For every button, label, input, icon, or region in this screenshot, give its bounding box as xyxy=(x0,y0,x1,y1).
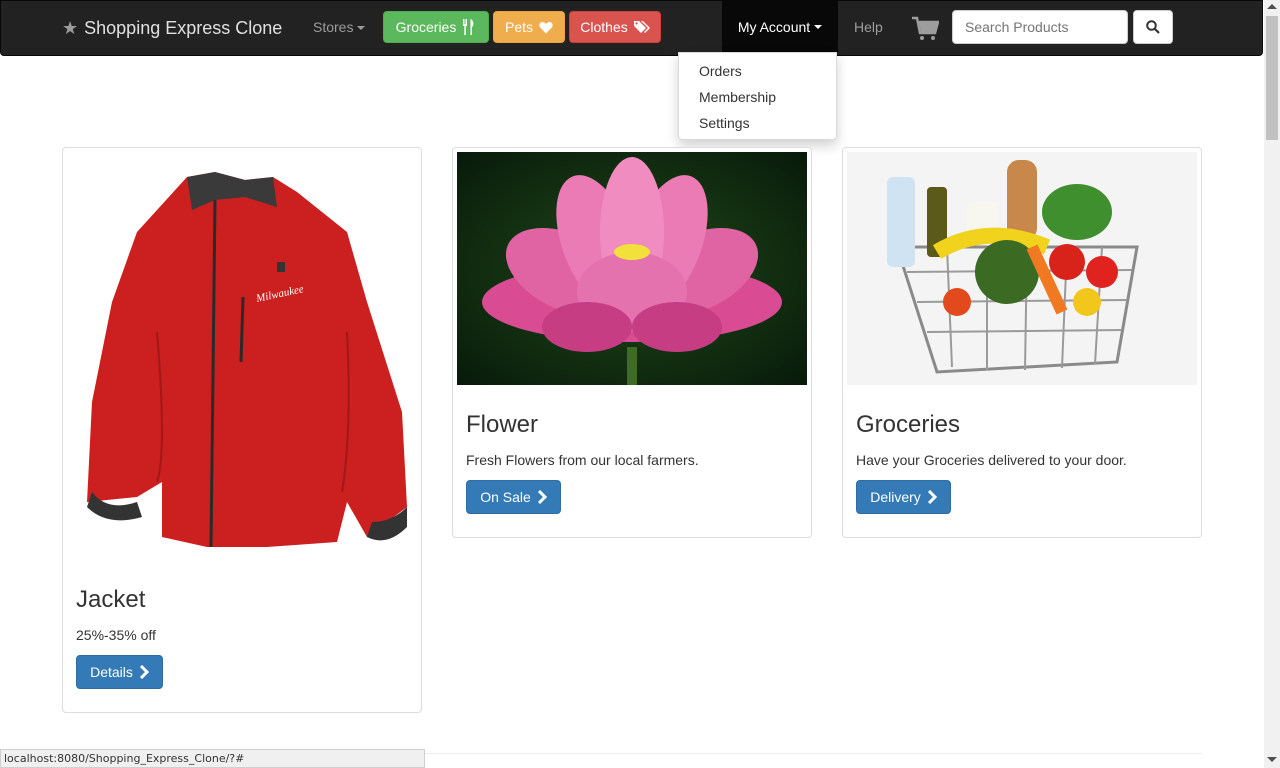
cutlery-icon xyxy=(463,19,474,35)
jacket-image: Milwaukee xyxy=(67,152,417,562)
scrollbar-thumb[interactable] xyxy=(1266,16,1278,140)
search-button[interactable] xyxy=(1133,10,1173,44)
pets-button[interactable]: Pets xyxy=(493,11,565,43)
flower-image xyxy=(457,152,807,385)
stores-label: Stores xyxy=(313,19,354,35)
account-dropdown-menu: Orders Membership Settings xyxy=(678,52,837,140)
details-label: Details xyxy=(90,664,133,680)
groceries-image xyxy=(847,152,1197,385)
search-icon xyxy=(1146,20,1160,34)
menu-item-orders[interactable]: Orders xyxy=(679,58,836,84)
caret-down-icon xyxy=(357,26,366,31)
star-icon: ★ xyxy=(62,18,79,38)
my-account-dropdown-toggle[interactable]: My Account xyxy=(722,1,838,53)
browser-status-bar: localhost:8080/Shopping_Express_Clone/?# xyxy=(0,749,425,768)
product-card-jacket: Milwaukee Jacket 25%-35% off Details xyxy=(62,147,422,713)
on-sale-button[interactable]: On Sale xyxy=(466,480,561,514)
card-text: Have your Groceries delivered to your do… xyxy=(856,452,1127,468)
stores-dropdown-toggle[interactable]: Stores xyxy=(313,1,366,53)
card-text: 25%-35% off xyxy=(76,627,156,643)
card-title: Flower xyxy=(466,411,539,438)
caret-down-icon xyxy=(814,25,823,29)
top-navbar: ★ Shopping Express Clone Stores Grocerie… xyxy=(0,0,1263,56)
menu-item-settings[interactable]: Settings xyxy=(679,110,836,136)
delivery-label: Delivery xyxy=(870,489,921,505)
brand-label: Shopping Express Clone xyxy=(84,18,283,38)
menu-item-membership[interactable]: Membership xyxy=(679,84,836,110)
card-title: Jacket xyxy=(76,586,146,613)
pets-label: Pets xyxy=(504,19,533,35)
account-label: My Account xyxy=(737,19,811,35)
chevron-right-icon xyxy=(537,490,547,504)
brand-link[interactable]: ★ Shopping Express Clone xyxy=(62,15,282,41)
help-link[interactable]: Help xyxy=(854,1,883,53)
scroll-down-arrow-icon[interactable] xyxy=(1267,757,1277,762)
card-title: Groceries xyxy=(856,411,961,438)
shopping-cart-button[interactable] xyxy=(911,14,940,42)
card-text: Fresh Flowers from our local farmers. xyxy=(466,452,699,468)
groceries-label: Groceries xyxy=(395,19,457,35)
tags-icon xyxy=(633,21,650,33)
chevron-right-icon xyxy=(927,490,937,504)
shopping-cart-icon xyxy=(912,16,940,40)
product-card-groceries: Groceries Have your Groceries delivered … xyxy=(842,147,1202,538)
clothes-label: Clothes xyxy=(580,19,628,35)
clothes-button[interactable]: Clothes xyxy=(569,11,661,43)
delivery-button[interactable]: Delivery xyxy=(856,480,951,514)
details-button[interactable]: Details xyxy=(76,655,163,689)
product-card-flower: Flower Fresh Flowers from our local farm… xyxy=(452,147,812,538)
search-input[interactable] xyxy=(952,10,1128,44)
groceries-button[interactable]: Groceries xyxy=(383,11,489,43)
chevron-right-icon xyxy=(139,665,149,679)
status-url: localhost:8080/Shopping_Express_Clone/?# xyxy=(4,752,245,765)
on-sale-label: On Sale xyxy=(480,489,531,505)
heart-icon xyxy=(539,21,553,33)
scroll-up-arrow-icon[interactable] xyxy=(1267,4,1277,9)
help-label: Help xyxy=(854,19,883,35)
